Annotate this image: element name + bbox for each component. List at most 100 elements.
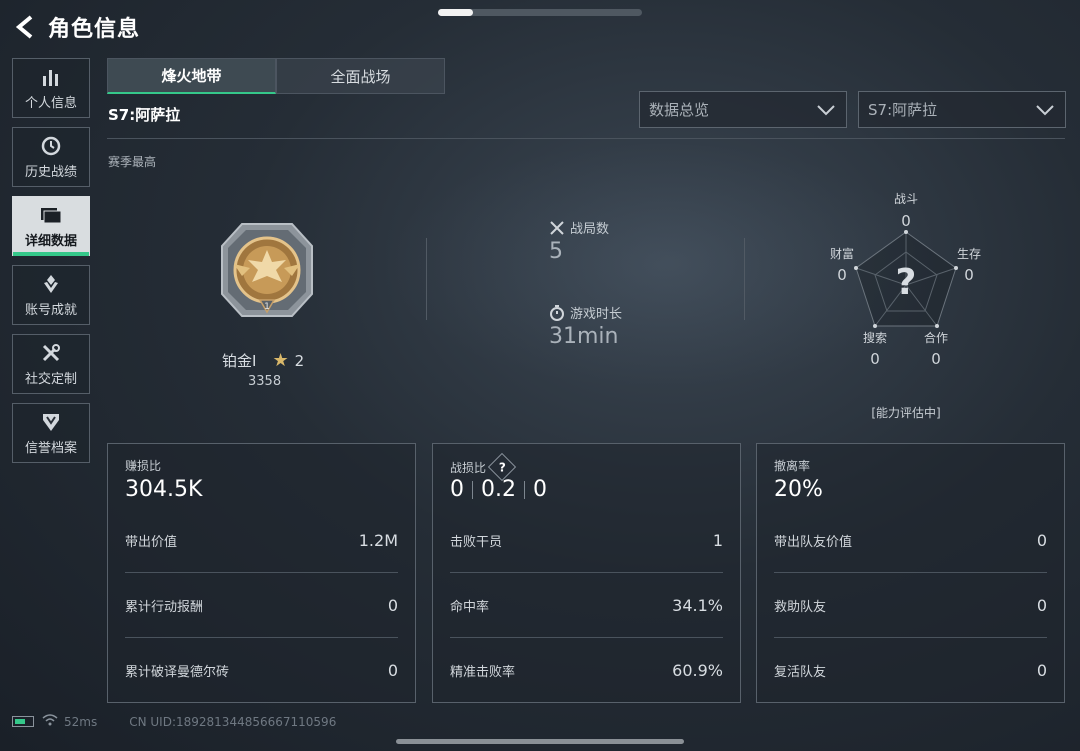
clock-icon (39, 135, 63, 157)
header: 角色信息 (12, 10, 140, 44)
crossed-swords-icon (550, 220, 564, 235)
row-label: 累计行动报酬 (125, 599, 204, 615)
row-value: 0 (387, 595, 398, 615)
achievement-icon (39, 273, 63, 295)
playtime-value: 31min (549, 324, 619, 349)
row-label: 救助队友 (774, 599, 827, 615)
extract-card-value: 20% (774, 477, 823, 502)
season-title: S7:阿萨拉 (108, 106, 181, 124)
ability-radar-chart: ? 战斗 0 生存 0 合作 0 搜索 0 财富 0 (810, 180, 1010, 380)
row-label: 带出队友价值 (774, 534, 853, 550)
vertical-divider (744, 238, 745, 320)
list-item: 击败干员 1 (450, 508, 723, 572)
radar-value-survival: 0 (964, 266, 974, 284)
list-item: 精准击败率 60.9% (450, 638, 723, 702)
status-footer: 52ms CN UID:1892813448566671105​96 (12, 714, 336, 729)
sidebar-item-social-custom[interactable]: 社交定制 (12, 334, 90, 394)
matches-label: 战局数 (570, 222, 610, 237)
row-label: 击败干员 (450, 534, 503, 550)
kda-separator (524, 480, 525, 499)
row-label: 命中率 (450, 599, 490, 615)
sidebar-item-reputation[interactable]: 信誉档案 (12, 403, 90, 463)
radar-value-wealth: 0 (837, 266, 847, 284)
sidebar-item-detailed-data[interactable]: 详细数据 (12, 196, 90, 256)
row-label: 精准击败率 (450, 664, 516, 680)
extract-card-title: 撤离率 (774, 459, 811, 473)
view-select[interactable]: 数据总览 (639, 91, 847, 128)
profit-card-title: 赚损比 (125, 459, 162, 473)
kda-deaths: 0 (533, 477, 547, 502)
radar-value-search: 0 (870, 350, 880, 368)
chevron-down-icon (1036, 105, 1054, 116)
star-icon: ★ (272, 350, 289, 371)
sidebar-item-label: 社交定制 (24, 371, 77, 387)
row-label: 累计破译曼德尔砖 (125, 664, 230, 680)
bar-chart-icon (39, 66, 63, 88)
row-value: 0 (1036, 530, 1047, 550)
rank-name-row: 铂金Ⅰ ★ 2 (222, 350, 304, 371)
list-item: 带出队友价值 0 (774, 508, 1047, 572)
season-select-value: S7:阿萨拉 (868, 101, 938, 119)
shield-icon (39, 411, 63, 433)
sidebar-item-label: 详细数据 (24, 233, 77, 249)
profit-card: 赚损比 304.5K 带出价值 1.2M 累计行动报酬 0 累计破译曼德尔砖 0 (107, 443, 416, 703)
row-value: 1.2M (358, 530, 398, 550)
matches-stat: 战局数 5 (549, 218, 609, 264)
radar-value-cooperation: 0 (931, 350, 941, 368)
rank-emblem-icon: 1 (212, 216, 322, 326)
radar-label-combat: 战斗 (893, 192, 918, 206)
svg-text:1: 1 (264, 302, 270, 312)
vertical-divider (426, 238, 427, 320)
chevron-down-icon (817, 105, 835, 116)
radar-status: [能力评估中] (871, 406, 941, 420)
combat-card: 战损比 ? 0 0.2 0 击败干员 1 命中率 34.1% 精准击败率 60.… (432, 443, 741, 703)
tab-hazard-zone[interactable]: 烽火地带 (107, 58, 276, 94)
profit-card-value: 304.5K (125, 477, 203, 502)
radar-label-wealth: 财富 (829, 247, 854, 261)
tab-full-war[interactable]: 全面战场 (276, 58, 445, 94)
folder-icon (39, 204, 63, 226)
row-value: 1 (712, 530, 723, 550)
list-item: 复活队友 0 (774, 638, 1047, 702)
list-item: 救助队友 0 (774, 573, 1047, 637)
tools-icon (39, 342, 63, 364)
stopwatch-icon (550, 304, 564, 321)
radar-center-unknown: ? (895, 262, 917, 303)
list-item: 累计行动报酬 0 (125, 573, 398, 637)
list-item: 带出价值 1.2M (125, 508, 398, 572)
row-value: 60.9% (672, 660, 723, 680)
extract-card: 撤离率 20% 带出队友价值 0 救助队友 0 复活队友 0 (756, 443, 1065, 703)
mode-tabs: 烽火地带 全面战场 (107, 58, 445, 94)
matches-value: 5 (549, 239, 563, 264)
sidebar-item-match-history[interactable]: 历史战绩 (12, 127, 90, 187)
sidebar-item-label: 历史战绩 (24, 164, 77, 180)
radar-label-search: 搜索 (862, 331, 887, 345)
season-best-label: 赛季最高 (108, 155, 157, 169)
page-title: 角色信息 (48, 17, 141, 42)
rank-name: 铂金Ⅰ (222, 352, 257, 370)
row-value: 0 (1036, 660, 1047, 680)
row-value: 0 (387, 660, 398, 680)
season-select[interactable]: S7:阿萨拉 (858, 91, 1066, 128)
wifi-icon (42, 714, 58, 729)
combat-card-title: 战损比 (450, 460, 487, 475)
rank-stars: 2 (294, 351, 305, 370)
sidebar-item-personal-info[interactable]: 个人信息 (12, 58, 90, 118)
page-progress-fill (438, 9, 473, 16)
radar-value-combat: 0 (901, 212, 911, 230)
ping-value: 52ms (64, 714, 98, 729)
sidebar-item-label: 账号成就 (24, 302, 77, 318)
kda-kills: 0 (450, 477, 464, 502)
battery-icon (12, 716, 34, 727)
row-value: 34.1% (672, 595, 723, 615)
row-value: 0 (1036, 595, 1047, 615)
list-item: 命中率 34.1% (450, 573, 723, 637)
rank-score: 3358 (248, 374, 282, 389)
combat-kda: 0 0.2 0 (450, 477, 547, 502)
player-uid: CN UID:1892813448566671105​96 (129, 714, 337, 729)
sidebar-item-achievements[interactable]: 账号成就 (12, 265, 90, 325)
combat-card-header: 战损比 ? (450, 452, 517, 482)
row-label: 带出价值 (125, 534, 178, 550)
sidebar-item-label: 信誉档案 (24, 440, 77, 456)
back-arrow-icon[interactable] (12, 10, 40, 44)
